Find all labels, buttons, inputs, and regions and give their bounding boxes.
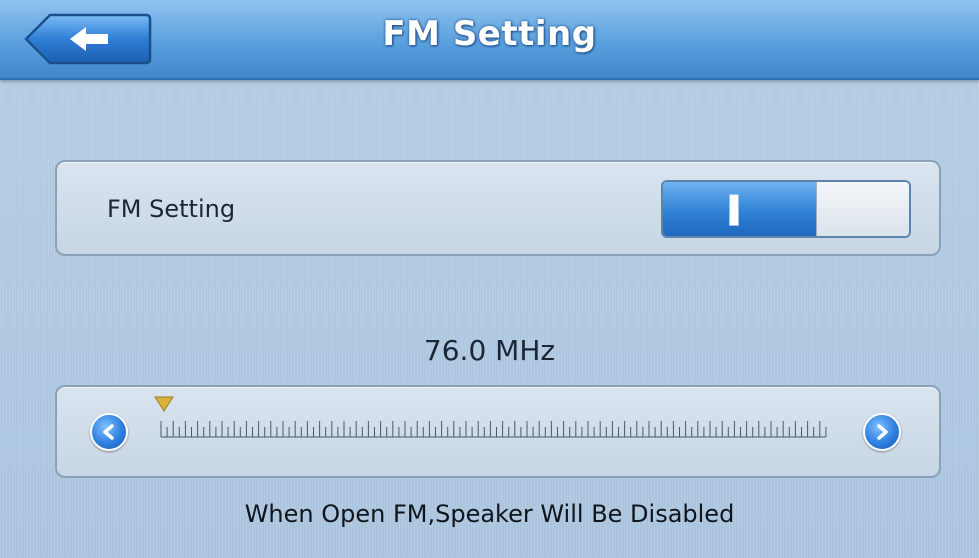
fm-setting-label: FM Setting (107, 195, 236, 223)
toggle-on-segment (663, 182, 817, 236)
header-bar: FM Setting (0, 0, 979, 80)
toggle-off-segment (816, 182, 909, 236)
fm-toggle-switch[interactable] (661, 180, 911, 238)
tune-down-button[interactable] (90, 413, 128, 451)
tuner-panel (55, 385, 941, 478)
toggle-on-mark (729, 194, 739, 226)
frequency-readout: 76.0 MHz (423, 334, 556, 367)
frequency-scale[interactable] (157, 403, 837, 447)
chevron-right-icon (877, 424, 888, 440)
fm-setting-row: FM Setting (55, 160, 941, 256)
tune-up-button[interactable] (863, 413, 901, 451)
speaker-warning-note: When Open FM,Speaker Will Be Disabled (244, 500, 735, 528)
page-title: FM Setting (382, 14, 597, 54)
chevron-left-icon (103, 424, 114, 440)
